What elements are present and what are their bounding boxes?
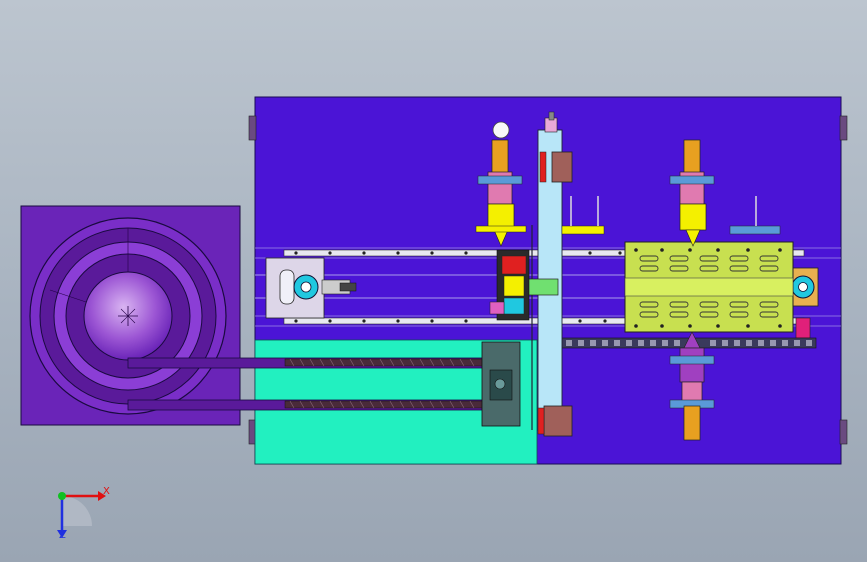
belt-tensioner-left xyxy=(279,269,295,305)
transfer-head-pink xyxy=(489,301,505,315)
motor-block-right xyxy=(795,317,811,339)
mount-tab xyxy=(839,115,848,141)
mount-tab xyxy=(248,115,257,141)
column-red-strip-bottom xyxy=(537,407,545,435)
cylinder-rod-left xyxy=(491,139,509,176)
column-top-rod xyxy=(548,111,555,121)
transfer-head-block xyxy=(501,255,527,275)
transfer-head-yellow xyxy=(503,275,525,297)
feed-screw-lower xyxy=(284,400,486,409)
axis-x-label: X xyxy=(103,486,110,497)
axis-z-label: Z xyxy=(59,530,66,541)
belt-clamp-bolt xyxy=(339,282,357,292)
gripper-clamp-bottom xyxy=(669,355,715,365)
belt-pulley-left-hub xyxy=(300,281,312,293)
cylinder-clamp-right xyxy=(669,175,715,185)
gripper-rod-bottom xyxy=(683,405,701,441)
sensor-bracket xyxy=(729,225,781,235)
column-slider xyxy=(527,278,559,296)
cylinder-rod-right xyxy=(683,139,701,176)
cylinder-clamp-left xyxy=(477,175,523,185)
gripper-body-bottom xyxy=(679,347,705,383)
sensor-bracket-left xyxy=(475,225,527,233)
sensor-bracket xyxy=(561,225,605,235)
mount-tab xyxy=(839,419,848,445)
sensor-yellow-right xyxy=(679,203,707,231)
cad-assembly-drawing[interactable] xyxy=(0,0,867,562)
feed-screw-upper xyxy=(284,358,486,367)
carriage-center-strip xyxy=(624,277,794,297)
transfer-head-cyan xyxy=(503,297,525,315)
column-bracket-top xyxy=(551,151,573,183)
column-red-strip-top xyxy=(539,151,547,183)
cad-viewport[interactable]: X Z xyxy=(0,0,867,562)
belt-pulley-right-hub xyxy=(798,282,808,292)
indicator-lamp xyxy=(492,121,510,139)
lower-fixture-bolt xyxy=(494,378,506,390)
column-bracket-bottom xyxy=(543,405,573,437)
